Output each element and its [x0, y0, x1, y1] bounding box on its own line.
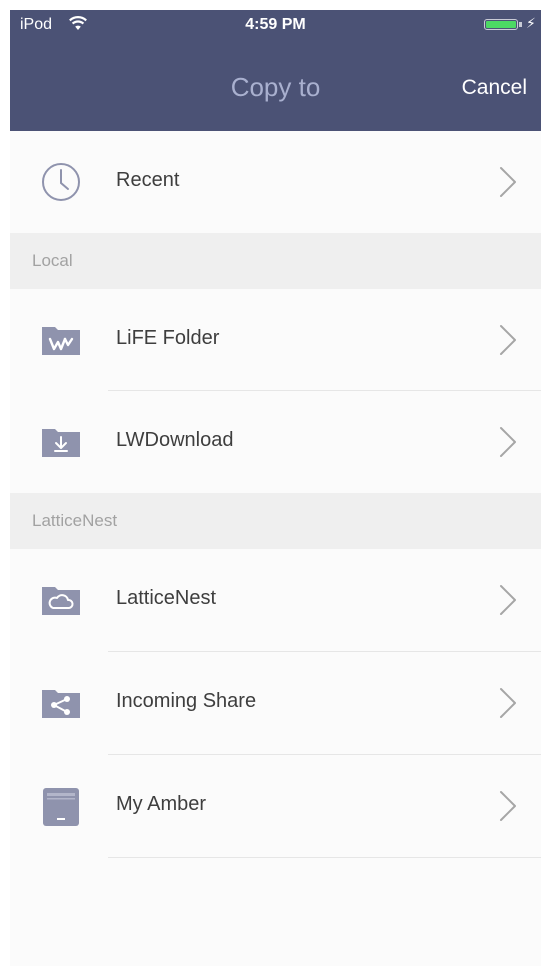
copy-to-screen: iPod 4:59 PM ⚡ Copy to Cancel Recent Loc… — [10, 10, 541, 966]
status-time: 4:59 PM — [245, 16, 306, 33]
recent-row[interactable]: Recent — [10, 131, 541, 233]
navigation-bar: iPod 4:59 PM ⚡ Copy to Cancel — [10, 10, 541, 131]
clock-icon — [42, 163, 80, 201]
list-item-my-amber[interactable]: My Amber — [10, 755, 541, 857]
list-item-life-folder[interactable]: LiFE Folder — [10, 289, 541, 391]
list-item-label: LatticeNest — [116, 587, 217, 609]
recent-label: Recent — [116, 169, 180, 191]
list-item-label: LiFE Folder — [116, 327, 220, 349]
chevron-right-icon — [500, 791, 516, 821]
cancel-button[interactable]: Cancel — [462, 76, 527, 100]
battery-icon — [484, 19, 518, 30]
section-title: LatticeNest — [32, 511, 118, 530]
battery-tip — [519, 22, 522, 27]
list-item-label: My Amber — [116, 793, 207, 815]
section-title: Local — [32, 251, 73, 270]
status-bar: iPod 4:59 PM ⚡ — [10, 10, 541, 40]
cloud-folder-icon — [42, 587, 80, 615]
share-folder-icon — [42, 690, 80, 718]
list-item-lwdownload[interactable]: LWDownload — [10, 391, 541, 493]
chevron-right-icon — [500, 688, 516, 718]
list-item-latticenest[interactable]: LatticeNest — [10, 549, 541, 651]
download-folder-icon — [42, 429, 80, 457]
device-icon — [43, 788, 79, 826]
section-header-local: Local — [10, 233, 541, 289]
charging-bolt-icon: ⚡ — [526, 15, 536, 31]
list-item-label: LWDownload — [116, 429, 234, 451]
chevron-right-icon — [500, 427, 516, 457]
row-divider — [108, 857, 541, 858]
list-item-incoming-share[interactable]: Incoming Share — [10, 652, 541, 754]
chevron-right-icon — [500, 585, 516, 615]
chevron-right-icon — [500, 325, 516, 355]
chevron-right-icon — [500, 167, 516, 197]
section-header-latticenest: LatticeNest — [10, 493, 541, 549]
life-folder-icon — [42, 327, 80, 355]
list-item-label: Incoming Share — [116, 690, 257, 712]
